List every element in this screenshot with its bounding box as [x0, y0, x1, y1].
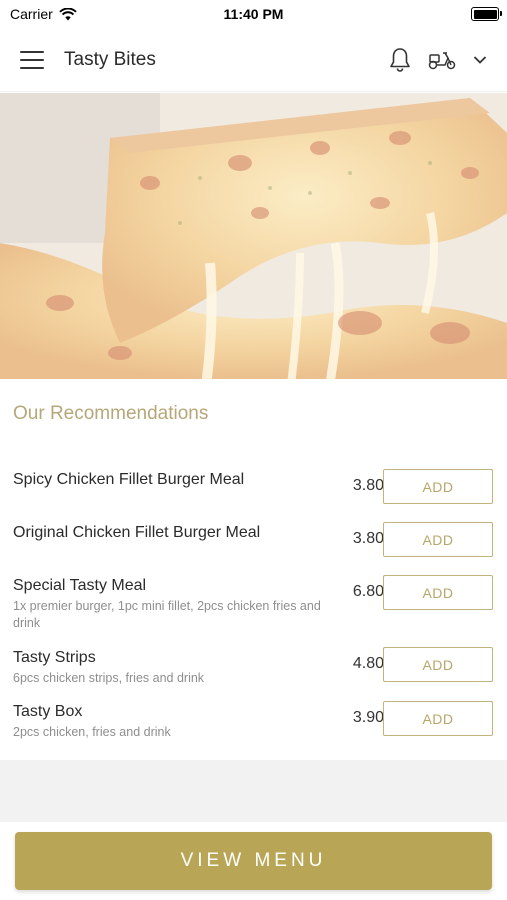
item-description: 1x premier burger, 1pc mini fillet, 2pcs…: [13, 599, 321, 630]
hero-overlay: [0, 93, 507, 379]
add-button[interactable]: ADD: [383, 522, 493, 557]
header-actions: [389, 47, 487, 73]
list-item: Special Tasty Meal 1x premier burger, 1p…: [13, 575, 495, 632]
page-title: Tasty Bites: [64, 48, 156, 70]
status-bar: Carrier 11:40 PM: [0, 0, 507, 28]
section-title: Our Recommendations: [13, 403, 209, 424]
wifi-icon: [59, 7, 77, 20]
item-price: 3.80: [352, 477, 384, 494]
item-price: 3.90: [352, 709, 384, 726]
add-button[interactable]: ADD: [383, 647, 493, 682]
status-left: Carrier: [10, 6, 77, 22]
item-price: 4.80: [352, 655, 384, 672]
app-header: Tasty Bites: [0, 28, 507, 92]
bell-icon[interactable]: [389, 47, 411, 73]
item-description: 2pcs chicken, fries and drink: [13, 725, 171, 739]
list-item: Tasty Strips 6pcs chicken strips, fries …: [13, 647, 495, 687]
list-item: Tasty Box 2pcs chicken, fries and drink …: [13, 701, 495, 741]
item-price: 3.80: [352, 530, 384, 547]
battery-icon: [471, 7, 502, 21]
section-divider: [0, 760, 507, 822]
add-button[interactable]: ADD: [383, 701, 493, 736]
add-button[interactable]: ADD: [383, 469, 493, 504]
view-menu-button[interactable]: VIEW MENU: [15, 832, 492, 890]
carrier-label: Carrier: [10, 6, 53, 22]
list-item: Original Chicken Fillet Burger Meal 3.80…: [13, 522, 495, 557]
chevron-down-icon[interactable]: [473, 55, 487, 65]
scooter-icon[interactable]: [427, 49, 457, 71]
menu-icon[interactable]: [20, 50, 44, 69]
add-button[interactable]: ADD: [383, 575, 493, 610]
list-item: Spicy Chicken Fillet Burger Meal 3.80 AD…: [13, 469, 495, 504]
item-price: 6.80: [352, 583, 384, 600]
hero-image: [0, 93, 507, 379]
item-description: 6pcs chicken strips, fries and drink: [13, 671, 205, 685]
